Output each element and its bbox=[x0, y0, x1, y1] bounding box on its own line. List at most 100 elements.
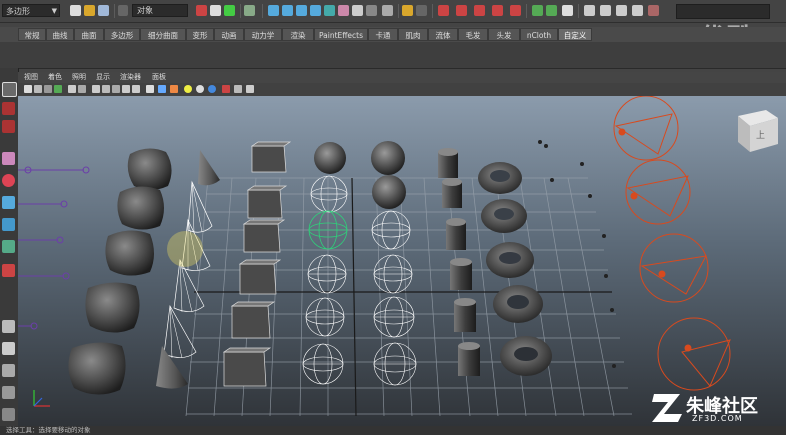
shelf-tab-custom[interactable]: 自定义 bbox=[558, 28, 592, 41]
shelf-tab-animation[interactable]: 动画 bbox=[214, 28, 244, 41]
use-default-light-icon[interactable] bbox=[184, 85, 192, 93]
shelf-tab-fluids[interactable]: 流体 bbox=[428, 28, 458, 41]
lasso-tool-icon[interactable] bbox=[2, 102, 15, 115]
image-plane-icon[interactable] bbox=[54, 85, 62, 93]
shelf-tab-polygons[interactable]: 多边形 bbox=[104, 28, 140, 41]
shelf-tab-surfaces[interactable]: 曲面 bbox=[74, 28, 104, 41]
gate-mask-icon[interactable] bbox=[102, 85, 110, 93]
menu-renderer[interactable]: 渲染器 bbox=[120, 72, 141, 83]
select-tool-icon[interactable] bbox=[2, 82, 17, 97]
shelf-tab-fur[interactable]: 毛发 bbox=[458, 28, 488, 41]
render-settings-icon[interactable] bbox=[632, 5, 643, 16]
separator bbox=[114, 4, 115, 18]
highlight-selection-icon[interactable] bbox=[416, 5, 427, 16]
mask-deformers-icon[interactable] bbox=[310, 5, 321, 16]
camera-attributes-icon[interactable] bbox=[34, 85, 42, 93]
mask-question-icon[interactable] bbox=[382, 5, 393, 16]
mask-rendering-icon[interactable] bbox=[338, 5, 349, 16]
shelf-tab-ncloth[interactable]: nCloth bbox=[520, 28, 558, 41]
shelf-tab-toon[interactable]: 卡通 bbox=[368, 28, 398, 41]
snap-to-grid-icon[interactable] bbox=[438, 5, 449, 16]
input-line-field[interactable] bbox=[676, 4, 770, 19]
menu-show[interactable]: 显示 bbox=[96, 72, 110, 83]
history-list-icon[interactable] bbox=[546, 5, 557, 16]
manipulator-highlight bbox=[167, 231, 203, 267]
construction-history-icon[interactable] bbox=[562, 5, 573, 16]
menu-panels[interactable]: 面板 bbox=[152, 72, 166, 83]
mask-joints-icon[interactable] bbox=[268, 5, 279, 16]
show-manipulator-icon[interactable] bbox=[2, 264, 15, 277]
selection-mode-label: 对象 bbox=[137, 6, 153, 15]
scale-tool-icon[interactable] bbox=[2, 196, 15, 209]
select-camera-icon[interactable] bbox=[24, 85, 32, 93]
chevron-down-icon: ▼ bbox=[51, 7, 57, 15]
selection-mode-field[interactable]: 对象 bbox=[132, 4, 188, 17]
xray-icon[interactable] bbox=[222, 85, 230, 93]
render-view-icon[interactable] bbox=[584, 5, 595, 16]
snap-to-curve-icon[interactable] bbox=[456, 5, 467, 16]
persp-outliner-layout-icon[interactable] bbox=[2, 364, 15, 377]
resolution-gate-icon[interactable] bbox=[92, 85, 100, 93]
save-scene-icon[interactable] bbox=[98, 5, 109, 16]
shelf-tab-muscle[interactable]: 肌肉 bbox=[398, 28, 428, 41]
bookmarks-icon[interactable] bbox=[44, 85, 52, 93]
hud-toggle-icon[interactable] bbox=[246, 85, 254, 93]
persp-graph-layout-icon[interactable] bbox=[2, 386, 15, 399]
shelf-tab-deformation[interactable]: 变形 bbox=[186, 28, 214, 41]
shelf-tab-hair[interactable]: 头发 bbox=[488, 28, 520, 41]
move-tool-icon[interactable] bbox=[2, 152, 15, 165]
rotate-tool-icon[interactable] bbox=[2, 174, 15, 187]
snap-to-point-icon[interactable] bbox=[474, 5, 485, 16]
panel-toolbar bbox=[18, 83, 786, 97]
smooth-shade-icon[interactable] bbox=[158, 85, 166, 93]
render-current-frame-icon[interactable] bbox=[600, 5, 611, 16]
view-cube[interactable]: 上 bbox=[738, 110, 778, 152]
menu-lighting[interactable]: 照明 bbox=[72, 72, 86, 83]
select-hierarchy-icon[interactable] bbox=[196, 5, 207, 16]
menu-view[interactable]: 视图 bbox=[24, 72, 38, 83]
mask-misc-icon[interactable] bbox=[352, 5, 363, 16]
safe-action-icon[interactable] bbox=[122, 85, 130, 93]
mask-surfaces-icon[interactable] bbox=[296, 5, 307, 16]
film-gate-icon[interactable] bbox=[78, 85, 86, 93]
pick-mask-handle-icon[interactable] bbox=[244, 5, 255, 16]
shelf-tab-subdivs[interactable]: 细分曲面 bbox=[140, 28, 186, 41]
grid-toggle-icon[interactable] bbox=[68, 85, 76, 93]
soft-mod-tool-icon[interactable] bbox=[2, 240, 15, 253]
shelf-tab-paint-effects[interactable]: PaintEffects bbox=[314, 28, 368, 41]
mask-dynamics-icon[interactable] bbox=[324, 5, 335, 16]
snap-to-view-plane-icon[interactable] bbox=[492, 5, 503, 16]
panel-menu-bar: 视图 着色 照明 显示 渲染器 面板 bbox=[18, 72, 786, 83]
ipr-render-icon[interactable] bbox=[616, 5, 627, 16]
select-component-icon[interactable] bbox=[224, 5, 235, 16]
field-chart-icon[interactable] bbox=[112, 85, 120, 93]
universal-manipulator-icon[interactable] bbox=[2, 218, 15, 231]
shadows-icon[interactable] bbox=[208, 85, 216, 93]
lock-selection-icon[interactable] bbox=[402, 5, 413, 16]
history-icon[interactable] bbox=[532, 5, 543, 16]
perspective-viewport[interactable]: 上 bbox=[18, 96, 786, 426]
new-scene-icon[interactable] bbox=[70, 5, 81, 16]
menu-set-dropdown[interactable]: 多边形 ▼ bbox=[2, 4, 60, 17]
paint-select-tool-icon[interactable] bbox=[2, 120, 15, 133]
select-object-icon[interactable] bbox=[210, 5, 221, 16]
menu-shading[interactable]: 着色 bbox=[48, 72, 62, 83]
single-perspective-layout-icon[interactable] bbox=[2, 320, 15, 333]
hypershade-layout-icon[interactable] bbox=[2, 408, 15, 421]
shelf-tab-rendering[interactable]: 渲染 bbox=[282, 28, 314, 41]
isolate-select-icon[interactable] bbox=[234, 85, 242, 93]
wireframe-mode-icon[interactable] bbox=[146, 85, 154, 93]
use-all-lights-icon[interactable] bbox=[196, 85, 204, 93]
mask-curves-icon[interactable] bbox=[282, 5, 293, 16]
hypershade-icon[interactable] bbox=[648, 5, 659, 16]
four-view-layout-icon[interactable] bbox=[2, 342, 15, 355]
make-live-icon[interactable] bbox=[510, 5, 521, 16]
selection-mask-icon[interactable] bbox=[118, 5, 128, 16]
safe-title-icon[interactable] bbox=[132, 85, 140, 93]
shelf-tab-curves[interactable]: 曲线 bbox=[46, 28, 74, 41]
open-scene-icon[interactable] bbox=[84, 5, 95, 16]
mask-lock-icon[interactable] bbox=[366, 5, 377, 16]
textured-icon[interactable] bbox=[170, 85, 178, 93]
shelf-tab-general[interactable]: 常规 bbox=[18, 28, 46, 41]
shelf-tab-dynamics[interactable]: 动力学 bbox=[244, 28, 282, 41]
